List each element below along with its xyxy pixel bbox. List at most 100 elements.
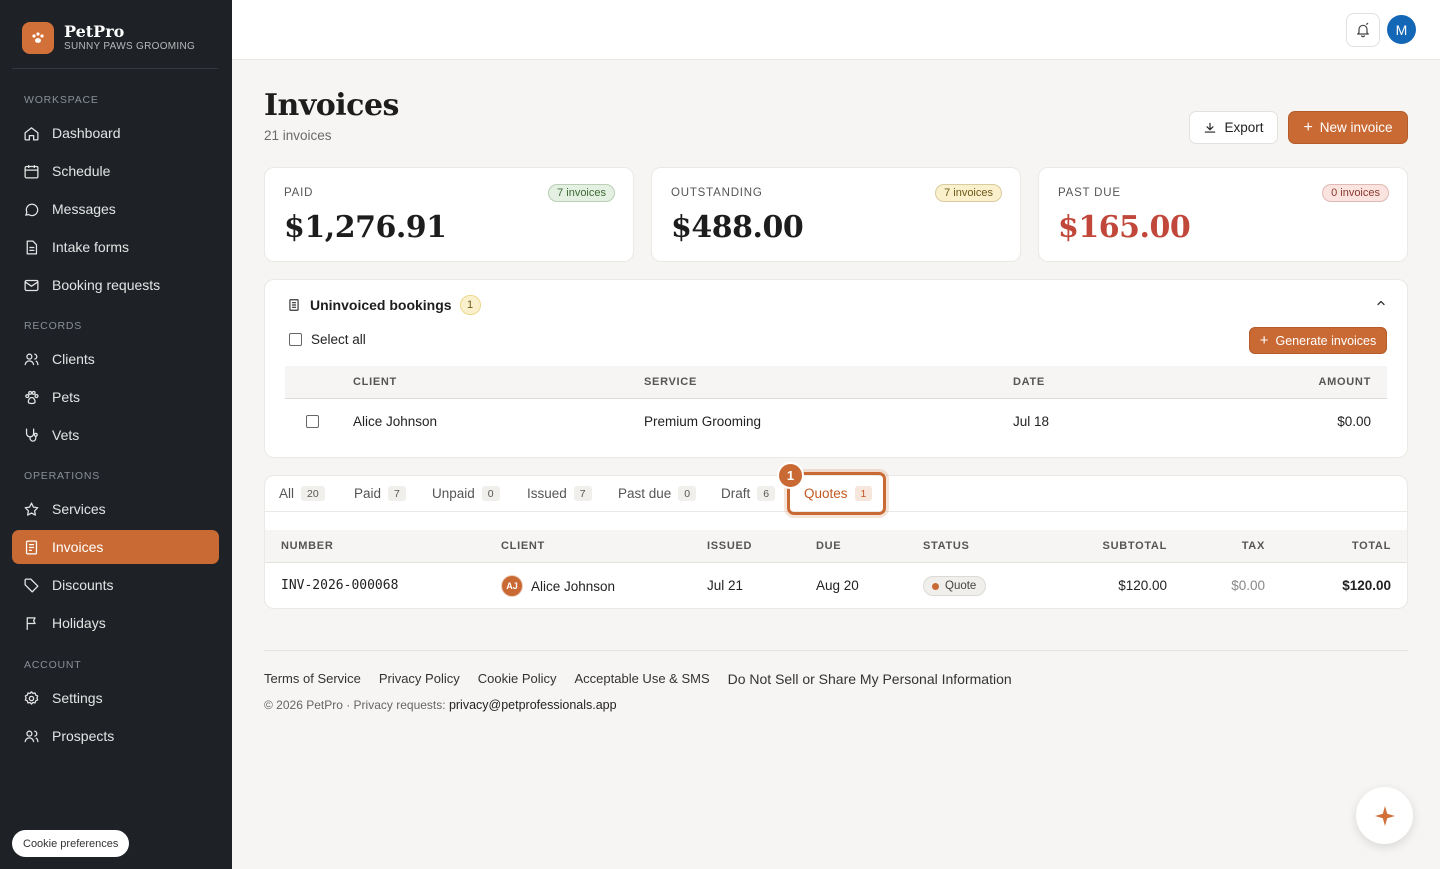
- select-all-checkbox[interactable]: [289, 333, 302, 346]
- status-badge: Quote: [923, 576, 987, 596]
- new-invoice-button[interactable]: + New invoice: [1288, 111, 1408, 144]
- chevron-up-icon[interactable]: [1375, 297, 1387, 309]
- user-avatar[interactable]: M: [1387, 15, 1416, 44]
- star-icon: [24, 501, 39, 516]
- row-checkbox[interactable]: [306, 415, 319, 428]
- row-service: Premium Grooming: [644, 414, 762, 429]
- ai-assistant-button[interactable]: [1356, 787, 1413, 844]
- stat-card-past-due: PAST DUE 0 invoices $165.00: [1038, 167, 1408, 262]
- sidebar-item-clients[interactable]: Clients: [12, 342, 219, 376]
- sidebar-item-pets[interactable]: Pets: [12, 380, 219, 414]
- invoice-issued: Jul 21: [707, 578, 744, 593]
- bell-icon: [1357, 22, 1369, 38]
- invoice-subtotal: $120.00: [1118, 578, 1167, 593]
- tab-label: All: [279, 486, 295, 501]
- status-dot-icon: [932, 582, 939, 590]
- flag-icon: [26, 616, 36, 630]
- notifications-button[interactable]: [1346, 13, 1380, 47]
- tab-count: 7: [573, 486, 592, 501]
- brand-name: PetPro: [64, 22, 125, 41]
- calendar-icon: [24, 164, 39, 179]
- sidebar-item-label: Pets: [52, 389, 81, 405]
- sidebar-item-label: Holidays: [52, 615, 106, 631]
- column-header-number[interactable]: NUMBER: [281, 540, 333, 552]
- sidebar-item-label: Booking requests: [52, 277, 161, 293]
- invoice-tax: $0.00: [1231, 578, 1265, 593]
- tab-label: Quotes: [804, 486, 848, 501]
- tab-past-due[interactable]: Past due 0: [618, 486, 697, 501]
- column-header-due[interactable]: DUE: [816, 540, 841, 552]
- privacy-email-link[interactable]: privacy@petprofessionals.app: [449, 698, 617, 712]
- table-header: CLIENT SERVICE DATE AMOUNT: [285, 366, 1387, 399]
- uninvoiced-bookings-panel: Uninvoiced bookings 1 Select all + Gener…: [264, 279, 1408, 458]
- invoice-due: Aug 20: [816, 578, 859, 593]
- column-header-client[interactable]: CLIENT: [501, 540, 545, 552]
- generate-invoices-button[interactable]: + Generate invoices: [1249, 327, 1387, 354]
- sidebar-item-services[interactable]: Services: [12, 492, 219, 526]
- column-header-total[interactable]: TOTAL: [1352, 540, 1391, 552]
- column-header-issued[interactable]: ISSUED: [707, 540, 752, 552]
- uninvoiced-count-badge: 1: [459, 295, 481, 315]
- sidebar-item-invoices[interactable]: Invoices: [12, 530, 219, 564]
- sidebar-item-label: Dashboard: [52, 125, 121, 141]
- stat-value: $1,276.91: [284, 210, 447, 245]
- sidebar-item-messages[interactable]: Messages: [12, 192, 219, 226]
- sidebar-item-settings[interactable]: Settings: [12, 681, 219, 715]
- sidebar-item-label: Intake forms: [52, 239, 130, 255]
- select-all[interactable]: Select all: [289, 332, 366, 347]
- tab-count: 7: [388, 486, 406, 501]
- tab-issued[interactable]: Issued 7: [527, 486, 592, 501]
- invoice-list-panel: All 20 Paid 7 Unpaid 0 Issued 7 Past due 0 Dr…: [264, 462, 1408, 609]
- plus-icon: +: [1303, 118, 1313, 136]
- invoice-number[interactable]: INV-2026-000068: [281, 578, 398, 593]
- export-button[interactable]: Export: [1189, 111, 1278, 144]
- stat-label: PAID: [284, 187, 314, 199]
- column-header-service[interactable]: SERVICE: [644, 376, 697, 388]
- sidebar-item-prospects[interactable]: Prospects: [12, 719, 219, 753]
- row-client: Alice Johnson: [353, 414, 438, 429]
- footer-link-do-not-sell[interactable]: Do Not Sell or Share My Personal Informa…: [728, 671, 1012, 687]
- column-header-status[interactable]: STATUS: [923, 540, 970, 552]
- column-header-date[interactable]: DATE: [1013, 376, 1045, 388]
- footer-link-acceptable-use[interactable]: Acceptable Use & SMS: [575, 671, 710, 687]
- tab-paid[interactable]: Paid 7: [354, 486, 406, 501]
- sidebar-item-schedule[interactable]: Schedule: [12, 154, 219, 188]
- divider: [12, 68, 218, 69]
- section-label-account: ACCOUNT: [24, 659, 82, 671]
- page-title: Invoices: [264, 88, 399, 123]
- generate-invoices-label: Generate invoices: [1275, 333, 1377, 348]
- chat-icon: [25, 203, 39, 216]
- cookie-preferences-button[interactable]: Cookie preferences: [12, 830, 130, 857]
- tab-draft[interactable]: Draft 6: [721, 486, 776, 501]
- sidebar-item-intake-forms[interactable]: Intake forms: [12, 230, 219, 264]
- brand[interactable]: PetPro SUNNY PAWS GROOMING: [22, 22, 195, 54]
- sidebar-item-holidays[interactable]: Holidays: [12, 606, 219, 640]
- tab-count: 0: [481, 486, 500, 501]
- invoice-count: 21 invoices: [264, 128, 332, 143]
- table-row[interactable]: Alice Johnson Premium Grooming Jul 18 $0…: [285, 400, 1387, 444]
- sidebar: PetPro SUNNY PAWS GROOMING WORKSPACE Das…: [0, 0, 232, 869]
- column-header-subtotal[interactable]: SUBTOTAL: [1103, 540, 1167, 552]
- sidebar-item-dashboard[interactable]: Dashboard: [12, 116, 219, 150]
- footer-link-cookies[interactable]: Cookie Policy: [478, 671, 557, 687]
- row-amount: $0.00: [1337, 414, 1371, 429]
- tab-unpaid[interactable]: Unpaid 0: [432, 486, 500, 501]
- home-icon: [24, 126, 39, 141]
- tab-quotes[interactable]: Quotes 1: [804, 486, 873, 501]
- tab-label: Draft: [721, 486, 751, 501]
- sidebar-item-vets[interactable]: Vets: [12, 418, 219, 452]
- stat-value: $488.00: [671, 210, 804, 245]
- column-header-amount[interactable]: AMOUNT: [1319, 376, 1371, 388]
- table-row[interactable]: INV-2026-000068 AJ Alice Johnson Jul 21 …: [265, 564, 1407, 608]
- column-header-client[interactable]: CLIENT: [353, 376, 397, 388]
- tab-count: 0: [678, 486, 697, 501]
- status-tabs: All 20 Paid 7 Unpaid 0 Issued 7 Past due 0 Dr…: [265, 462, 1407, 515]
- footer-link-terms[interactable]: Terms of Service: [264, 671, 361, 687]
- stat-label: OUTSTANDING: [671, 187, 763, 199]
- column-header-tax[interactable]: TAX: [1242, 540, 1265, 552]
- sidebar-item-booking-requests[interactable]: Booking requests: [12, 268, 219, 302]
- footer-link-privacy[interactable]: Privacy Policy: [379, 671, 460, 687]
- sidebar-item-label: Settings: [52, 690, 103, 706]
- tab-all[interactable]: All 20: [279, 486, 325, 501]
- sidebar-item-discounts[interactable]: Discounts: [12, 568, 219, 602]
